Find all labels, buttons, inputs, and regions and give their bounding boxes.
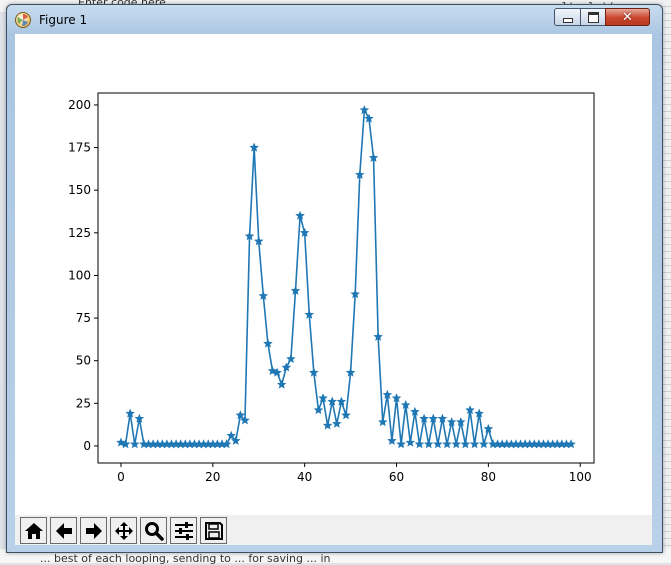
data-point-star-marker: [286, 354, 296, 364]
data-point-star-marker: [451, 439, 461, 449]
x-tick-label: 40: [297, 470, 312, 484]
y-tick-label: 200: [68, 98, 91, 112]
data-point-star-marker: [479, 439, 489, 449]
data-point-star-marker: [322, 420, 333, 430]
data-point-star-marker: [433, 439, 443, 449]
configure-subplots-button[interactable]: [170, 517, 197, 544]
data-point-star-marker: [276, 379, 287, 389]
data-point-star-marker: [332, 418, 342, 428]
magnifier-icon: [144, 521, 164, 541]
maximize-icon: [587, 11, 599, 23]
data-point-star-marker: [130, 439, 140, 449]
home-button[interactable]: [20, 517, 47, 544]
data-point-star-marker: [396, 439, 406, 449]
data-point-star-marker: [378, 417, 388, 427]
data-point-star-marker: [299, 227, 310, 237]
data-point-star-marker: [423, 439, 434, 449]
window-title: Figure 1: [39, 13, 88, 27]
sliders-icon: [174, 521, 193, 540]
minimize-icon: [562, 17, 573, 23]
forward-button[interactable]: [80, 517, 107, 544]
x-tick-label: 60: [389, 470, 404, 484]
data-point-star-marker: [460, 439, 471, 449]
figure-client-area: 0 20 40 60 80 100 0 25 50 75 100 125 150 175 200: [15, 34, 652, 545]
data-point-star-marker: [281, 362, 292, 372]
close-icon: ✕: [622, 9, 633, 25]
title-bar[interactable]: Figure 1 ✕: [7, 5, 662, 35]
matplotlib-app-icon: [15, 12, 31, 28]
move-icon: [114, 521, 133, 540]
data-point-star-marker: [364, 113, 374, 123]
arrow-right-icon: [85, 522, 102, 539]
data-point-star-marker: [341, 410, 351, 420]
maximize-button[interactable]: [580, 8, 606, 26]
background-bottom-text: ... best of each looping, sending to ...…: [40, 552, 331, 565]
navigation-toolbar: [15, 515, 652, 545]
axes-frame: [97, 92, 595, 464]
y-tick-label: 50: [76, 354, 91, 368]
y-tick-label: 100: [68, 268, 91, 282]
y-tick-label: 25: [76, 396, 91, 410]
floppy-disk-icon: [204, 521, 223, 540]
data-point-star-marker: [263, 338, 273, 348]
x-tick-label: 100: [569, 470, 592, 484]
x-tick-label: 0: [117, 470, 125, 484]
y-tick-label: 0: [83, 439, 91, 453]
y-tick-label: 150: [68, 183, 91, 197]
line-chart: 0 20 40 60 80 100 0 25 50 75 100 125 150 175 200: [68, 92, 595, 484]
zoom-button[interactable]: [140, 517, 167, 544]
x-tick-label: 80: [481, 470, 496, 484]
back-button[interactable]: [50, 517, 77, 544]
home-icon: [24, 522, 43, 539]
data-point-star-marker: [244, 231, 255, 241]
y-tick-label: 175: [68, 141, 91, 155]
data-point-star-marker: [313, 405, 324, 415]
series-line: [120, 109, 572, 446]
y-tick-label: 75: [76, 311, 91, 325]
close-button[interactable]: ✕: [605, 8, 650, 26]
y-tick-label: 125: [68, 226, 91, 240]
x-tick-label: 20: [205, 470, 220, 484]
data-point-star-marker: [469, 439, 480, 449]
data-point-star-marker: [387, 435, 397, 445]
pan-button[interactable]: [110, 517, 137, 544]
data-point-star-marker: [405, 437, 416, 447]
figure-window: Figure 1 ✕ 0 20 40 60 80 100 0 25 50 75 100 125 150 1…: [6, 4, 663, 553]
data-point-star-marker: [442, 439, 452, 449]
data-point-star-marker: [414, 439, 425, 449]
minimize-button[interactable]: [554, 8, 581, 26]
save-button[interactable]: [200, 517, 227, 544]
arrow-left-icon: [55, 522, 72, 539]
figure-canvas[interactable]: 0 20 40 60 80 100 0 25 50 75 100 125 150 175 200: [15, 34, 652, 514]
